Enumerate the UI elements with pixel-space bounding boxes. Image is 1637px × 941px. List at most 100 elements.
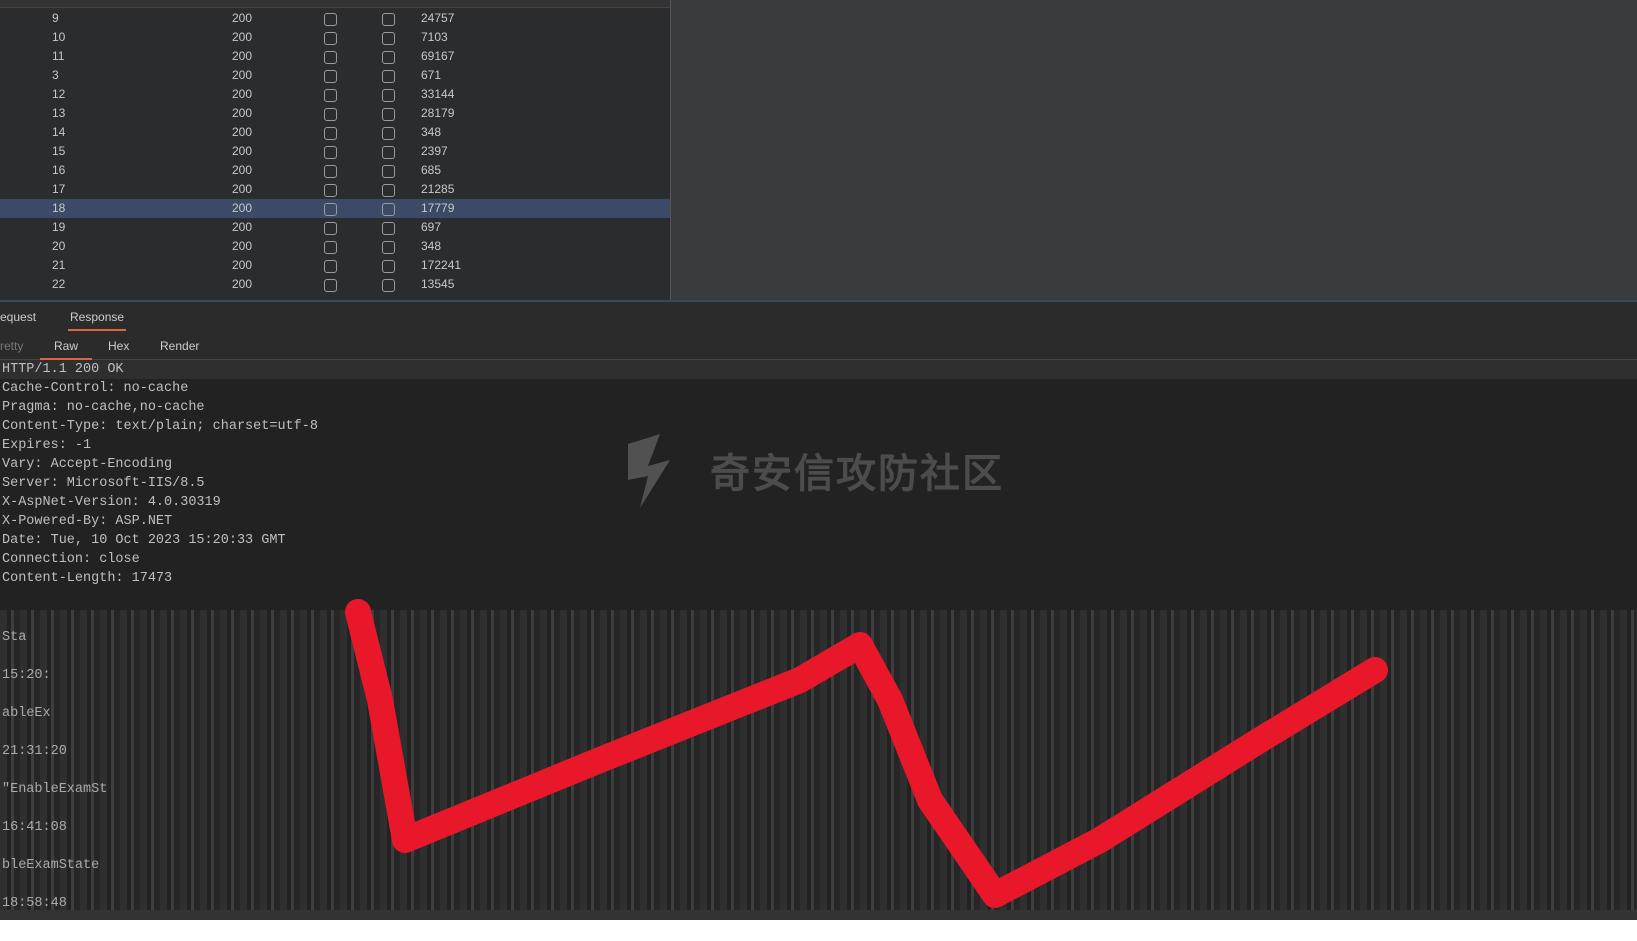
body-fragment: ableEx (2, 706, 51, 721)
error-checkbox[interactable] (324, 203, 337, 216)
table-row[interactable]: 17 200 21285 (0, 180, 670, 199)
error-checkbox[interactable] (324, 241, 337, 254)
timeout-checkbox[interactable] (382, 146, 395, 159)
error-checkbox[interactable] (324, 13, 337, 26)
table-row[interactable]: 19 200 697 (0, 218, 670, 237)
body-fragment: 16:41:08 (2, 820, 67, 835)
response-header-line: Pragma: no-cache,no-cache (2, 400, 205, 415)
response-length: 69167 (421, 49, 455, 63)
response-length: 17779 (421, 201, 455, 215)
empty-pane (670, 0, 1637, 300)
response-length: 28179 (421, 106, 455, 120)
request-number: 18 (52, 201, 66, 215)
table-row[interactable]: 22 200 13545 (0, 275, 670, 294)
tab-response[interactable]: Response (68, 310, 127, 331)
tab-render[interactable]: Render (160, 339, 199, 353)
table-row[interactable]: 18 200 17779 (0, 199, 670, 218)
error-checkbox[interactable] (324, 279, 337, 292)
timeout-checkbox[interactable] (382, 222, 395, 235)
table-row[interactable]: 3 200 671 (0, 66, 670, 85)
error-checkbox[interactable] (324, 89, 337, 102)
response-length: 671 (421, 68, 442, 82)
status-code: 200 (232, 201, 253, 215)
response-length: 172241 (421, 258, 462, 272)
error-checkbox[interactable] (324, 32, 337, 45)
request-number: 16 (52, 163, 66, 177)
error-checkbox[interactable] (324, 165, 337, 178)
request-response-tabs: equest Response (0, 300, 1637, 333)
tab-raw[interactable]: Raw (40, 339, 93, 360)
timeout-checkbox[interactable] (382, 51, 395, 64)
status-code: 200 (232, 87, 253, 101)
body-fragment: 15:20: (2, 668, 51, 683)
table-row[interactable]: 13 200 28179 (0, 104, 670, 123)
timeout-checkbox[interactable] (382, 184, 395, 197)
response-length: 697 (421, 220, 442, 234)
timeout-checkbox[interactable] (382, 260, 395, 273)
table-row[interactable]: 16 200 685 (0, 161, 670, 180)
table-row[interactable]: 14 200 348 (0, 123, 670, 142)
response-header-line: Content-Length: 17473 (2, 571, 173, 586)
request-number: 20 (52, 239, 66, 253)
tab-hex[interactable]: Hex (108, 339, 129, 353)
timeout-checkbox[interactable] (382, 279, 395, 292)
timeout-checkbox[interactable] (382, 108, 395, 121)
status-code: 200 (232, 106, 253, 120)
timeout-checkbox[interactable] (382, 89, 395, 102)
status-code: 200 (232, 277, 253, 291)
status-code: 200 (232, 68, 253, 82)
response-length: 13545 (421, 277, 455, 291)
status-code: 200 (232, 49, 253, 63)
response-length: 348 (421, 239, 442, 253)
redacted-body (0, 610, 1637, 910)
request-number: 9 (52, 11, 59, 25)
timeout-checkbox[interactable] (382, 241, 395, 254)
body-fragment: bleExamState (2, 858, 100, 873)
table-header (0, 0, 670, 8)
error-checkbox[interactable] (324, 51, 337, 64)
response-header-line: Date: Tue, 10 Oct 2023 15:20:33 GMT (2, 533, 286, 548)
request-number: 21 (52, 258, 66, 272)
tab-pretty[interactable]: retty (0, 339, 23, 353)
response-length: 685 (421, 163, 442, 177)
bottom-toolbar (0, 910, 1637, 920)
body-fragment: 21:31:20 (2, 744, 67, 759)
table-row[interactable]: 11 200 69167 (0, 47, 670, 66)
error-checkbox[interactable] (324, 260, 337, 273)
request-number: 3 (52, 68, 59, 82)
error-checkbox[interactable] (324, 146, 337, 159)
request-number: 12 (52, 87, 66, 101)
response-length: 24757 (421, 11, 455, 25)
response-header-line: X-Powered-By: ASP.NET (2, 514, 173, 529)
error-checkbox[interactable] (324, 70, 337, 83)
response-length: 21285 (421, 182, 455, 196)
tab-request[interactable]: equest (0, 310, 36, 324)
timeout-checkbox[interactable] (382, 203, 395, 216)
table-row[interactable]: 12 200 33144 (0, 85, 670, 104)
status-code: 200 (232, 144, 253, 158)
request-number: 14 (52, 125, 66, 139)
request-number: 10 (52, 30, 66, 44)
status-code: 200 (232, 125, 253, 139)
error-checkbox[interactable] (324, 127, 337, 140)
status-code: 200 (232, 11, 253, 25)
table-row[interactable]: 9 200 24757 (0, 9, 670, 28)
timeout-checkbox[interactable] (382, 32, 395, 45)
error-checkbox[interactable] (324, 184, 337, 197)
timeout-checkbox[interactable] (382, 165, 395, 178)
table-row[interactable]: 20 200 348 (0, 237, 670, 256)
error-checkbox[interactable] (324, 108, 337, 121)
watermark: 奇安信攻防社区 (620, 430, 1004, 510)
view-tabs: retty Raw Hex Render (0, 331, 1637, 360)
table-row[interactable]: 10 200 7103 (0, 28, 670, 47)
timeout-checkbox[interactable] (382, 13, 395, 26)
error-checkbox[interactable] (324, 222, 337, 235)
response-header-line: HTTP/1.1 200 OK (0, 360, 1637, 379)
request-number: 11 (52, 49, 65, 63)
response-length: 2397 (421, 144, 448, 158)
table-row[interactable]: 21 200 172241 (0, 256, 670, 275)
timeout-checkbox[interactable] (382, 70, 395, 83)
timeout-checkbox[interactable] (382, 127, 395, 140)
response-header-line: Connection: close (2, 552, 140, 567)
table-row[interactable]: 15 200 2397 (0, 142, 670, 161)
